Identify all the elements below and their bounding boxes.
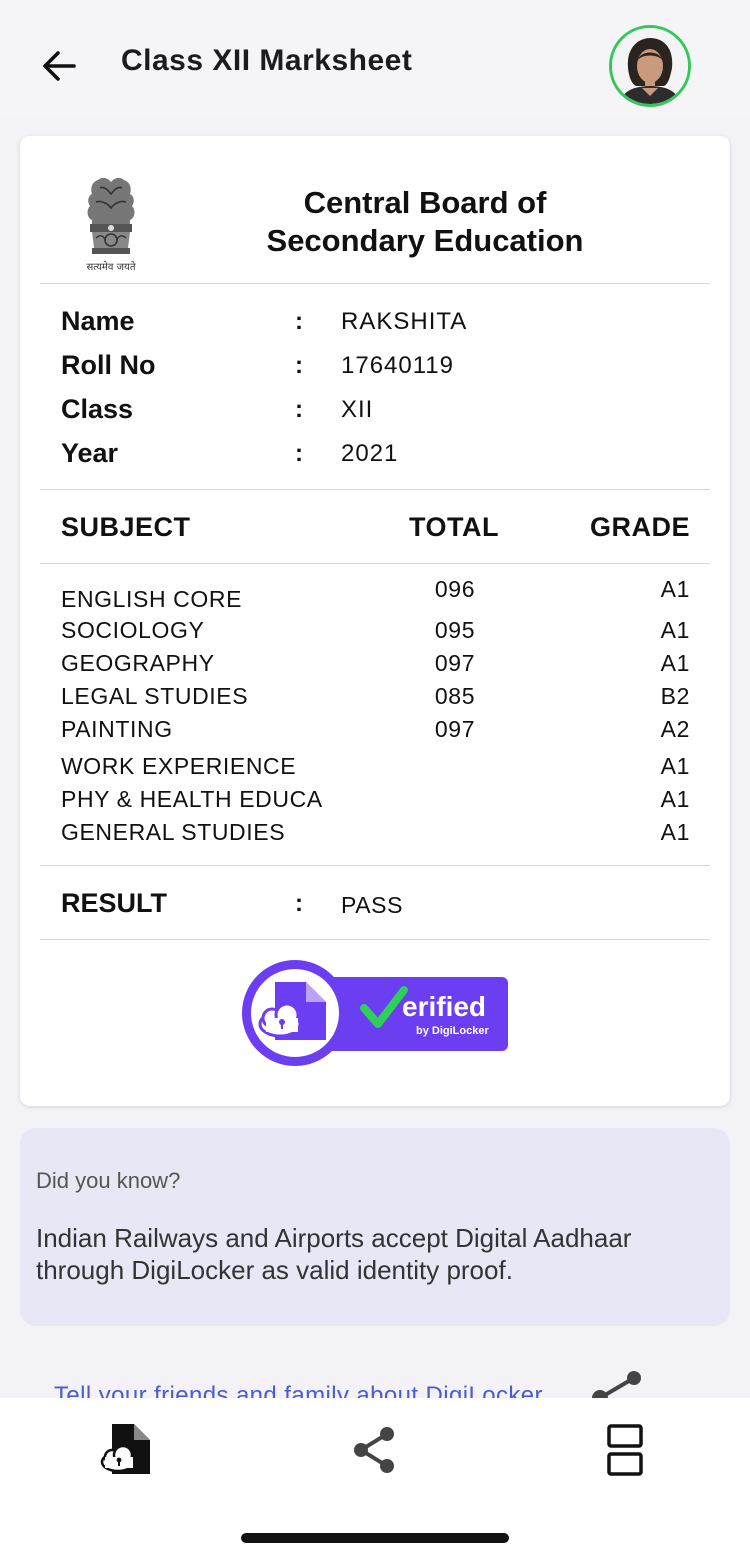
subject-grade: A1 bbox=[660, 617, 690, 643]
split-view-icon[interactable] bbox=[598, 1422, 654, 1478]
info-value: 17640119 bbox=[341, 352, 454, 379]
national-emblem-icon: सत्यमेव जयते bbox=[86, 177, 136, 273]
subject-total: 097 bbox=[434, 650, 476, 676]
subject-name: SOCIOLOGY bbox=[61, 617, 205, 643]
did-you-know-card: Did you know? Indian Railways and Airpor… bbox=[20, 1128, 730, 1326]
result-value: PASS bbox=[341, 892, 404, 918]
info-colon: : bbox=[295, 440, 303, 467]
subject-total: 095 bbox=[434, 617, 476, 643]
info-colon: : bbox=[295, 352, 303, 379]
info-colon: : bbox=[295, 396, 303, 423]
emblem-motto: सत्यमेव जयते bbox=[86, 261, 135, 273]
subject-grade: A1 bbox=[660, 650, 690, 676]
divider bbox=[40, 939, 710, 940]
info-row-name: Name : RAKSHITA bbox=[61, 306, 701, 346]
subject-name: PHY & HEALTH EDUCA bbox=[61, 786, 323, 812]
subject-total: 085 bbox=[434, 683, 476, 709]
avatar[interactable] bbox=[609, 25, 691, 107]
board-name-line1: Central Board of bbox=[303, 185, 547, 220]
subject-name: WORK EXPERIENCE bbox=[61, 753, 297, 779]
column-header-grade: GRADE bbox=[589, 512, 690, 542]
info-colon: : bbox=[295, 308, 303, 335]
subject-total: 096 bbox=[434, 576, 476, 602]
divider bbox=[40, 283, 710, 284]
subject-grade: B2 bbox=[660, 683, 690, 709]
subject-total: 097 bbox=[434, 716, 476, 742]
tip-heading: Did you know? bbox=[36, 1168, 181, 1193]
subject-name: ENGLISH CORE bbox=[61, 586, 243, 612]
info-label: Class bbox=[61, 394, 134, 424]
subject-name: GENERAL STUDIES bbox=[61, 819, 286, 845]
result-colon: : bbox=[295, 890, 303, 917]
divider bbox=[40, 489, 710, 490]
board-name-line2: Secondary Education bbox=[266, 223, 584, 258]
top-bar: Class XII Marksheet bbox=[0, 0, 750, 116]
info-label: Roll No bbox=[61, 350, 156, 380]
verified-text: erified bbox=[402, 991, 486, 1022]
subject-grade: A1 bbox=[660, 753, 690, 779]
info-label: Name bbox=[61, 306, 135, 336]
verified-by-digilocker-badge: erified by DigiLocker bbox=[242, 960, 508, 1066]
result-label: RESULT bbox=[61, 888, 167, 918]
info-row-year: Year : 2021 bbox=[61, 438, 701, 478]
tip-body: Indian Railways and Airports accept Digi… bbox=[36, 1223, 632, 1285]
info-value: 2021 bbox=[341, 440, 399, 467]
info-value: XII bbox=[341, 396, 374, 423]
user-photo-icon bbox=[612, 28, 688, 104]
subject-grade: A1 bbox=[660, 576, 690, 602]
info-value: RAKSHITA bbox=[341, 308, 468, 335]
subject-name: LEGAL STUDIES bbox=[61, 683, 249, 709]
info-row-class: Class : XII bbox=[61, 394, 701, 434]
by-digilocker-text: by DigiLocker bbox=[416, 1025, 489, 1037]
arrow-left-icon[interactable] bbox=[38, 44, 82, 88]
divider bbox=[40, 563, 710, 564]
cloud-document-icon[interactable] bbox=[98, 1422, 154, 1478]
subject-grade: A2 bbox=[660, 716, 690, 742]
page-title: Class XII Marksheet bbox=[121, 44, 413, 77]
subject-name: GEOGRAPHY bbox=[61, 650, 215, 676]
home-indicator[interactable] bbox=[241, 1533, 509, 1543]
column-header-total: TOTAL bbox=[409, 512, 499, 542]
column-header-subject: SUBJECT bbox=[61, 512, 191, 542]
divider bbox=[40, 865, 710, 866]
share-icon[interactable] bbox=[347, 1422, 403, 1478]
subject-grade: A1 bbox=[660, 786, 690, 812]
marksheet-card: सत्यमेव जयते Central Board of Secondary … bbox=[20, 136, 730, 1106]
subject-grade: A1 bbox=[660, 819, 690, 845]
board-name: Central Board of Secondary Education bbox=[220, 184, 630, 260]
info-label: Year bbox=[61, 438, 119, 468]
subject-name: PAINTING bbox=[61, 716, 173, 742]
info-row-roll: Roll No : 17640119 bbox=[61, 350, 701, 390]
